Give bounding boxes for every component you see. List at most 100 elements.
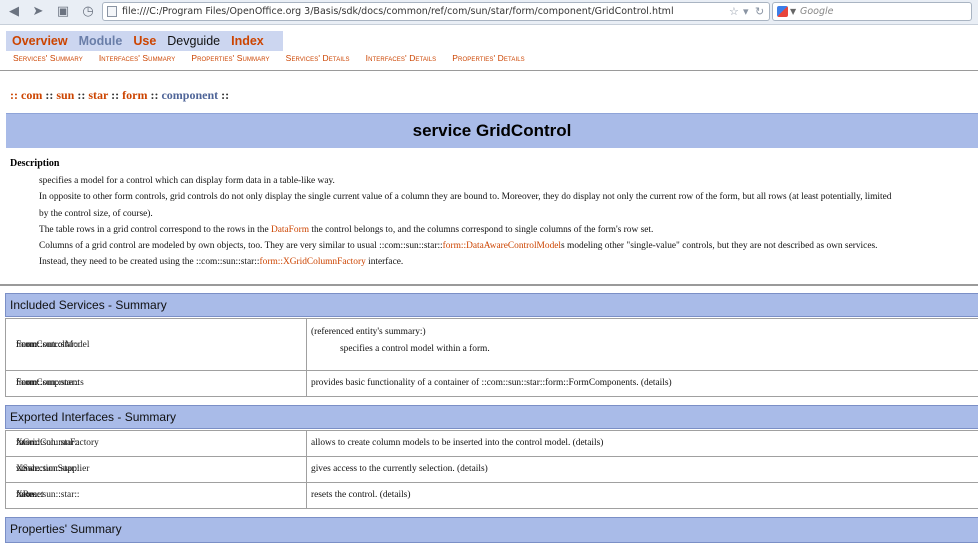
url-text[interactable]: file:///C:/Program Files/OpenOffice.org … xyxy=(122,4,674,20)
breadcrumb-sep: :: xyxy=(221,88,230,102)
xgridcolumnfactory-link[interactable]: form::XGridColumnFactory xyxy=(260,257,366,267)
breadcrumb-sep: :: xyxy=(150,88,159,102)
bookmark-star-icon[interactable]: ☆ xyxy=(729,4,739,20)
interface-desc-cell: resets the control. (details) xyxy=(307,483,978,508)
page-title: service GridControl xyxy=(412,121,572,140)
search-engine-icon[interactable] xyxy=(777,6,788,17)
page-icon xyxy=(107,6,117,17)
forward-arrow-icon[interactable]: ➤ xyxy=(30,4,46,20)
formcomponent-link[interactable]: FormComponent xyxy=(569,378,633,388)
history-clock-icon[interactable]: ◷ xyxy=(80,4,96,20)
title-bar: service GridControl xyxy=(6,113,978,148)
breadcrumb-sep: :: xyxy=(45,88,54,102)
interface-link[interactable]: XSelectionSupplier xyxy=(16,464,89,474)
section-title: Exported Interfaces - Summary xyxy=(10,410,177,424)
nav-module: Module xyxy=(78,34,123,48)
nav-index[interactable]: Index xyxy=(231,34,264,48)
description-paragraph: In opposite to other form controls, grid… xyxy=(39,190,969,205)
home-icon[interactable]: ▣ xyxy=(55,4,71,20)
summary-text: resets the control. ( xyxy=(311,490,383,500)
description-text: In opposite to other form controls, grid… xyxy=(39,192,892,203)
subnav-services-summary[interactable]: Services' Summary xyxy=(13,53,83,63)
properties-summary-header: Properties' Summary xyxy=(5,517,978,543)
engine-dropdown-icon[interactable]: ▼ xyxy=(790,4,796,20)
section-title: Included Services - Summary xyxy=(10,298,167,312)
service-link[interactable]: FormComponents xyxy=(16,378,84,388)
summary-text: allows to create column models to be ins… xyxy=(311,438,576,448)
nav-overview[interactable]: Overview xyxy=(12,34,68,48)
dataform-link[interactable]: DataForm xyxy=(271,225,309,235)
summary-text: ) xyxy=(668,378,672,388)
table-row: ::com::sun::star:: form:: XReset resets th… xyxy=(5,482,978,509)
details-link[interactable]: details xyxy=(576,438,600,448)
service-link[interactable]: FormControlModel xyxy=(16,340,89,350)
breadcrumb-star[interactable]: star xyxy=(88,88,108,102)
description-label: Description xyxy=(10,158,60,169)
breadcrumb-com[interactable]: com xyxy=(21,88,42,102)
summary-text: ) xyxy=(600,438,604,448)
description-paragraph: by the control size, of course). xyxy=(39,207,969,222)
summary-text: gives access to the currently selection.… xyxy=(311,464,461,474)
table-row: ::com::sun::star:: form:: FormComponents p… xyxy=(5,370,978,397)
back-arrow-icon[interactable]: ◀ xyxy=(6,4,22,20)
interface-link[interactable]: XReset xyxy=(16,490,44,500)
breadcrumb-form[interactable]: form xyxy=(122,88,147,102)
nav-use[interactable]: Use xyxy=(133,34,156,48)
summary-text: provides basic functionality of a contai… xyxy=(311,378,546,388)
details-link[interactable]: details xyxy=(383,490,407,500)
subnav-interfaces-summary[interactable]: Interfaces' Summary xyxy=(99,53,175,63)
service-desc-cell: (referenced entity's summary:) specifies… xyxy=(307,319,978,370)
breadcrumb: :: com :: sun :: star :: form :: compone… xyxy=(10,88,229,103)
breadcrumb-component: component xyxy=(161,88,219,102)
dataawarecontrolmodel-link[interactable]: form::DataAwareControlModel xyxy=(443,241,561,251)
details-link[interactable]: details xyxy=(644,378,668,388)
description-text: the control belongs to, and the columns … xyxy=(309,224,654,235)
table-row: ::com::sun::star:: view:: XSelectionSuppli… xyxy=(5,456,978,483)
search-placeholder[interactable]: Google xyxy=(800,4,834,20)
interface-desc-cell: allows to create column models to be ins… xyxy=(307,431,978,456)
reload-icon[interactable]: ↻ xyxy=(755,4,764,20)
summary-caption: (referenced entity's summary:) xyxy=(311,327,426,337)
description-body: specifies a model for a control which ca… xyxy=(39,174,969,272)
interface-desc-cell: gives access to the currently selection.… xyxy=(307,457,978,482)
interface-name-cell: ::com::sun::star:: form:: XGridColumnFacto… xyxy=(6,431,307,456)
description-text: Instead, they need to be created using t… xyxy=(39,257,260,268)
description-paragraph: Columns of a grid control are modeled by… xyxy=(39,239,969,254)
divider xyxy=(0,284,978,286)
search-box[interactable]: ▼ Google xyxy=(772,2,972,21)
breadcrumb-root[interactable]: :: xyxy=(10,88,18,102)
breadcrumb-sun[interactable]: sun xyxy=(56,88,74,102)
description-paragraph: specifies a model for a control which ca… xyxy=(39,176,335,186)
doc-subnav: Services' Summary Interfaces' Summary Pr… xyxy=(13,53,525,63)
description-text: s modeling other "single-value" controls… xyxy=(561,241,878,252)
description-text: Columns of a grid control are modeled by… xyxy=(39,241,443,252)
interface-link[interactable]: XGridColumnFactory xyxy=(16,438,99,448)
summary-text: specifies a control model within a form. xyxy=(340,344,490,354)
table-row: ::com::sun::star:: form:: FormControlModel… xyxy=(5,318,978,371)
service-desc-cell: provides basic functionality of a contai… xyxy=(307,371,978,396)
details-link[interactable]: details xyxy=(460,464,484,474)
description-paragraph: Instead, they need to be created using t… xyxy=(39,255,969,270)
summary-text: ) xyxy=(484,464,488,474)
summary-text: ) xyxy=(407,490,411,500)
subnav-properties-summary[interactable]: Properties' Summary xyxy=(191,53,269,63)
subnav-interfaces-details[interactable]: Interfaces' Details xyxy=(366,53,437,63)
breadcrumb-sep: :: xyxy=(111,88,120,102)
divider xyxy=(0,70,978,71)
interface-name-cell: ::com::sun::star:: form:: XReset xyxy=(6,483,307,508)
subnav-properties-details[interactable]: Properties' Details xyxy=(452,53,525,63)
service-name-cell: ::com::sun::star:: form:: FormControlModel xyxy=(6,319,307,370)
section-title: Properties' Summary xyxy=(10,522,122,536)
exported-interfaces-header: Exported Interfaces - Summary xyxy=(5,405,978,429)
description-text: by the control size, of course). xyxy=(39,208,153,219)
address-bar[interactable]: file:///C:/Program Files/OpenOffice.org … xyxy=(102,2,770,21)
subnav-services-details[interactable]: Services' Details xyxy=(286,53,350,63)
interface-name-cell: ::com::sun::star:: view:: XSelectionSuppli… xyxy=(6,457,307,482)
service-name-cell: ::com::sun::star:: form:: FormComponents xyxy=(6,371,307,396)
dropdown-arrow-icon[interactable]: ▾ xyxy=(743,4,749,20)
nav-devguide: Devguide xyxy=(167,34,221,48)
module-link[interactable]: form:: xyxy=(545,378,568,388)
description-text: The table rows in a grid control corresp… xyxy=(39,224,271,235)
description-text: interface. xyxy=(365,257,404,268)
doc-navbar: Overview Module Use Devguide Index xyxy=(6,31,283,51)
